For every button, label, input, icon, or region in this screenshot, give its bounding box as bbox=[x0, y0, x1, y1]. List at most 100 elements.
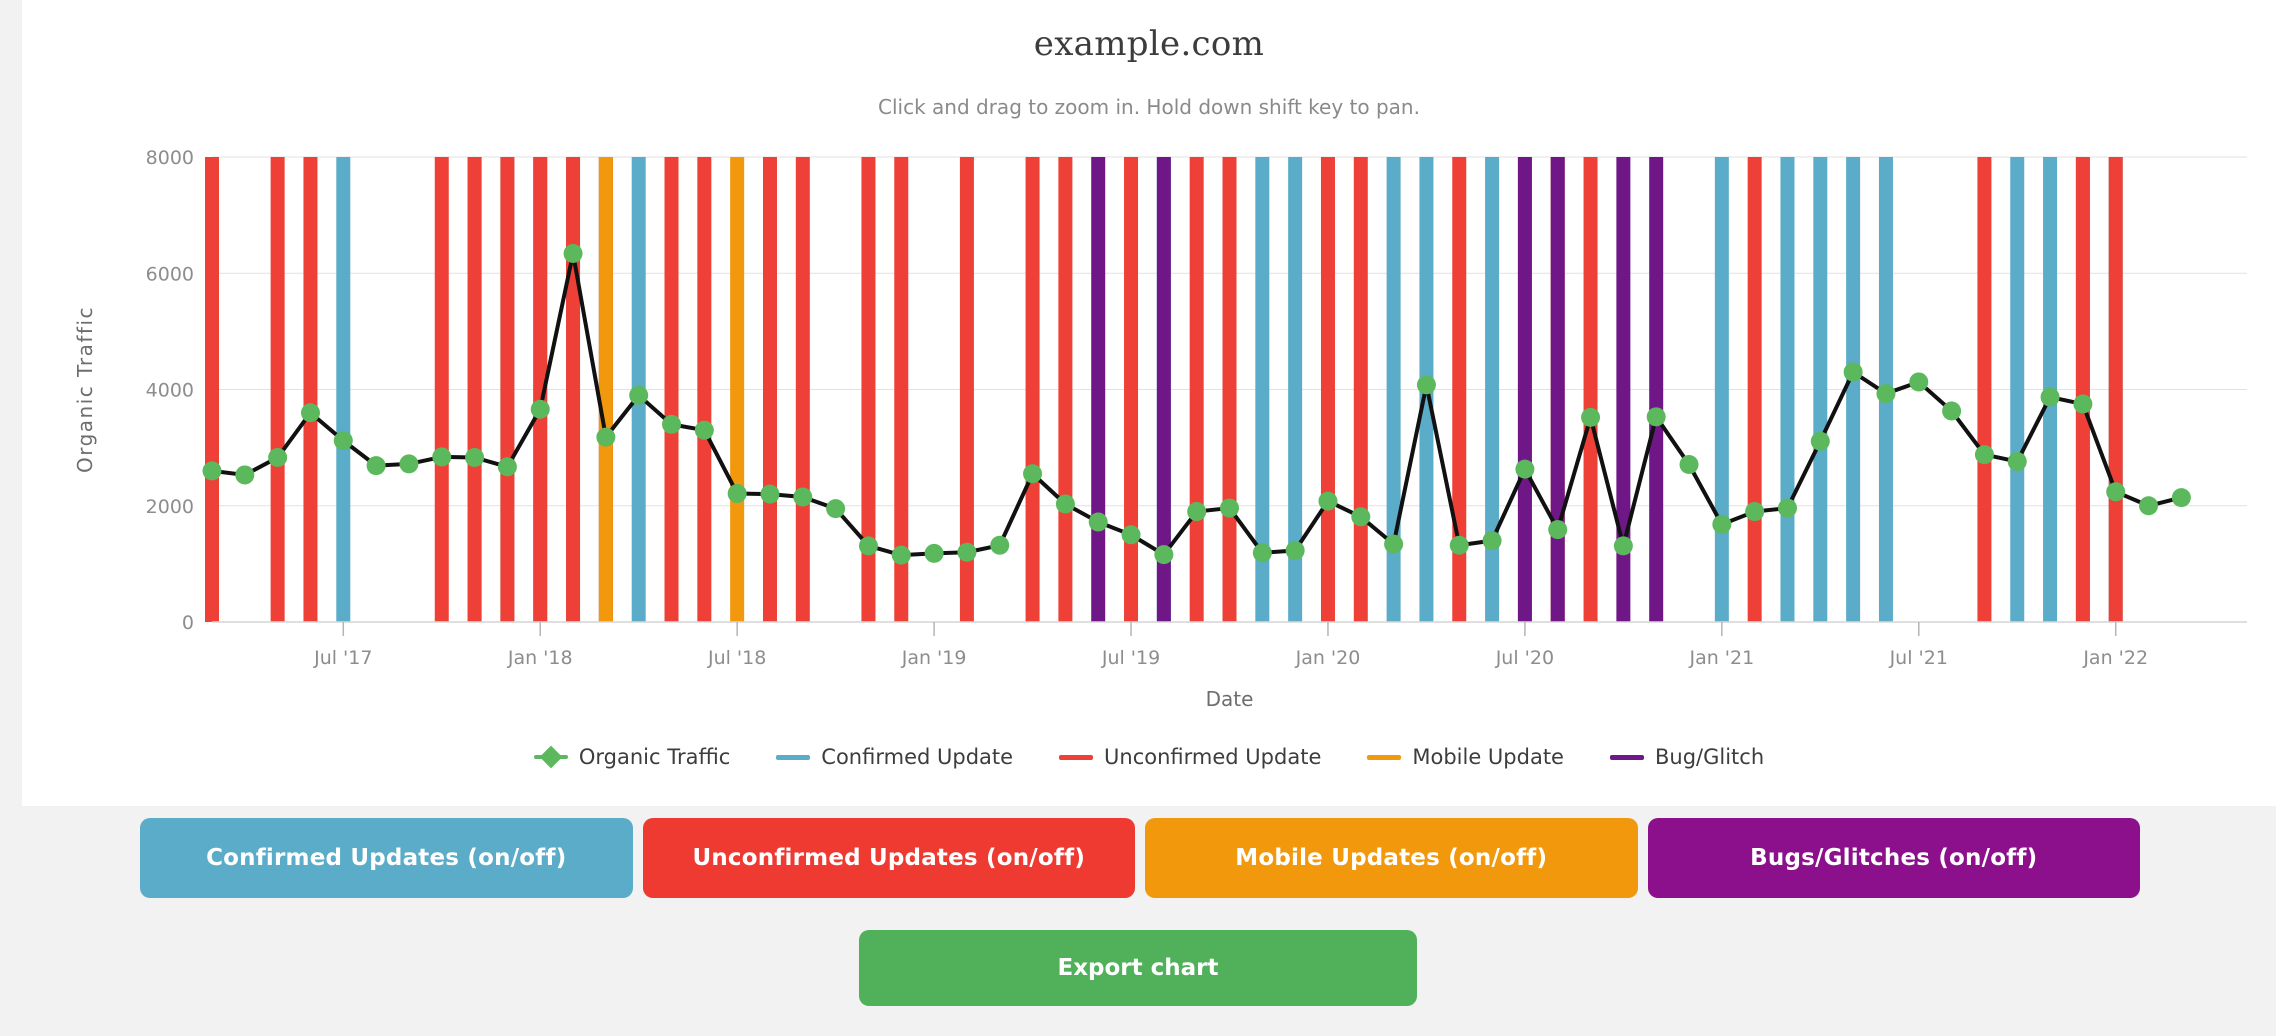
legend-item-label: Confirmed Update bbox=[821, 745, 1014, 769]
legend-line-icon bbox=[1059, 754, 1094, 760]
data-point[interactable] bbox=[2106, 482, 2126, 502]
data-point[interactable] bbox=[1285, 541, 1305, 561]
data-point[interactable] bbox=[1416, 375, 1436, 395]
data-point[interactable] bbox=[1154, 545, 1174, 565]
data-point[interactable] bbox=[1613, 536, 1633, 556]
data-point[interactable] bbox=[1088, 512, 1108, 532]
data-point[interactable] bbox=[399, 454, 419, 474]
data-point[interactable] bbox=[202, 461, 222, 481]
data-point[interactable] bbox=[563, 243, 583, 263]
x-axis: Jul '17 Jan '18 Jul '18 Jan '19 Jul '19 Jan '… bbox=[212, 621, 2247, 711]
data-point[interactable] bbox=[727, 484, 747, 504]
data-point[interactable] bbox=[1121, 525, 1141, 545]
data-point[interactable] bbox=[1187, 502, 1207, 522]
data-point[interactable] bbox=[1449, 535, 1469, 555]
data-point[interactable] bbox=[1646, 407, 1666, 427]
data-point[interactable] bbox=[760, 484, 780, 504]
data-point[interactable] bbox=[2007, 452, 2027, 472]
data-point[interactable] bbox=[662, 414, 682, 434]
x-tick-label: Jul '20 bbox=[1495, 647, 1554, 669]
data-point[interactable] bbox=[1581, 407, 1601, 427]
data-point[interactable] bbox=[1482, 531, 1502, 551]
data-point[interactable] bbox=[1515, 459, 1535, 479]
data-point[interactable] bbox=[793, 487, 813, 507]
x-tick-label: Jul '21 bbox=[1889, 647, 1948, 669]
data-point[interactable] bbox=[432, 447, 452, 467]
data-point[interactable] bbox=[333, 431, 353, 451]
x-tick-label: Jan '18 bbox=[507, 647, 573, 669]
event-band bbox=[1353, 157, 1368, 622]
toggle-button-0[interactable]: Confirmed Updates (on/off) bbox=[140, 818, 633, 898]
data-point[interactable] bbox=[2171, 488, 2191, 508]
data-point[interactable] bbox=[1942, 401, 1962, 421]
data-point[interactable] bbox=[1810, 431, 1830, 451]
data-point[interactable] bbox=[366, 456, 386, 476]
organic-traffic-line-chart[interactable]: 0 2000 4000 6000 8000 Organic Traffic Jul '17… bbox=[22, 0, 2276, 806]
legend-item[interactable]: Confirmed Update bbox=[776, 745, 1013, 769]
y-tick-label: 6000 bbox=[146, 263, 194, 285]
x-axis-title: Date bbox=[1206, 687, 1254, 711]
legend-item[interactable]: Unconfirmed Update bbox=[1059, 745, 1321, 769]
toggle-button-2[interactable]: Mobile Updates (on/off) bbox=[1145, 818, 1638, 898]
data-point[interactable] bbox=[694, 420, 714, 440]
data-point[interactable] bbox=[1548, 520, 1568, 540]
data-point[interactable] bbox=[465, 448, 485, 468]
event-band bbox=[1124, 157, 1139, 622]
data-point[interactable] bbox=[629, 385, 649, 405]
legend-item[interactable]: Bug/Glitch bbox=[1609, 745, 1764, 769]
data-point[interactable] bbox=[2073, 394, 2093, 414]
data-point[interactable] bbox=[1679, 454, 1699, 474]
data-point[interactable] bbox=[1909, 372, 1929, 392]
event-band bbox=[1189, 157, 1204, 622]
data-point[interactable] bbox=[1055, 494, 1075, 514]
legend-line-icon bbox=[1609, 754, 1644, 760]
data-point[interactable] bbox=[1023, 464, 1043, 484]
event-band bbox=[303, 157, 318, 622]
data-point[interactable] bbox=[924, 543, 944, 563]
event-band bbox=[205, 157, 219, 622]
legend-item-label: Unconfirmed Update bbox=[1104, 745, 1322, 769]
data-point[interactable] bbox=[1252, 543, 1272, 563]
data-point[interactable] bbox=[1351, 507, 1371, 527]
toggle-button-1[interactable]: Unconfirmed Updates (on/off) bbox=[642, 818, 1135, 898]
data-point[interactable] bbox=[530, 399, 550, 419]
data-point[interactable] bbox=[268, 448, 288, 468]
data-point[interactable] bbox=[1777, 498, 1797, 518]
data-point[interactable] bbox=[1220, 498, 1239, 518]
data-point[interactable] bbox=[891, 545, 911, 565]
data-point[interactable] bbox=[497, 457, 517, 477]
data-point[interactable] bbox=[2139, 496, 2159, 516]
event-band bbox=[1977, 157, 1992, 622]
data-point[interactable] bbox=[826, 499, 846, 519]
legend-item[interactable]: Mobile Update bbox=[1367, 745, 1564, 769]
event-band bbox=[2108, 157, 2123, 622]
data-point[interactable] bbox=[1318, 491, 1338, 511]
data-point[interactable] bbox=[235, 465, 255, 485]
data-point[interactable] bbox=[2040, 387, 2060, 407]
data-point[interactable] bbox=[957, 542, 977, 562]
data-point[interactable] bbox=[1843, 362, 1863, 382]
data-point[interactable] bbox=[300, 403, 320, 423]
x-tick-label: Jan '19 bbox=[901, 647, 967, 669]
export-chart-button[interactable]: Export chart bbox=[859, 930, 1417, 1006]
event-band bbox=[762, 157, 777, 622]
data-point[interactable] bbox=[990, 535, 1010, 555]
data-point[interactable] bbox=[1745, 502, 1765, 522]
data-point[interactable] bbox=[1974, 445, 1994, 465]
data-point[interactable] bbox=[596, 427, 616, 447]
legend-item[interactable]: Organic Traffic bbox=[533, 745, 730, 769]
chart-card: example.com Click and drag to zoom in. H… bbox=[22, 0, 2276, 806]
x-tick-label: Jan '20 bbox=[1295, 647, 1361, 669]
data-point[interactable] bbox=[858, 536, 878, 556]
event-band bbox=[2075, 157, 2090, 622]
data-point[interactable] bbox=[1876, 384, 1896, 404]
event-band bbox=[1747, 157, 1762, 622]
y-tick-label: 0 bbox=[182, 612, 194, 634]
data-point[interactable] bbox=[1712, 514, 1732, 534]
event-band bbox=[1025, 157, 1040, 622]
plot-area[interactable]: 0 2000 4000 6000 8000 Organic Traffic Jul '17… bbox=[22, 0, 2276, 806]
x-tick-label: Jan '22 bbox=[2082, 647, 2148, 669]
toggle-button-row: Confirmed Updates (on/off) Unconfirmed Up… bbox=[140, 818, 2140, 898]
toggle-button-3[interactable]: Bugs/Glitches (on/off) bbox=[1647, 818, 2140, 898]
data-point[interactable] bbox=[1384, 534, 1404, 554]
